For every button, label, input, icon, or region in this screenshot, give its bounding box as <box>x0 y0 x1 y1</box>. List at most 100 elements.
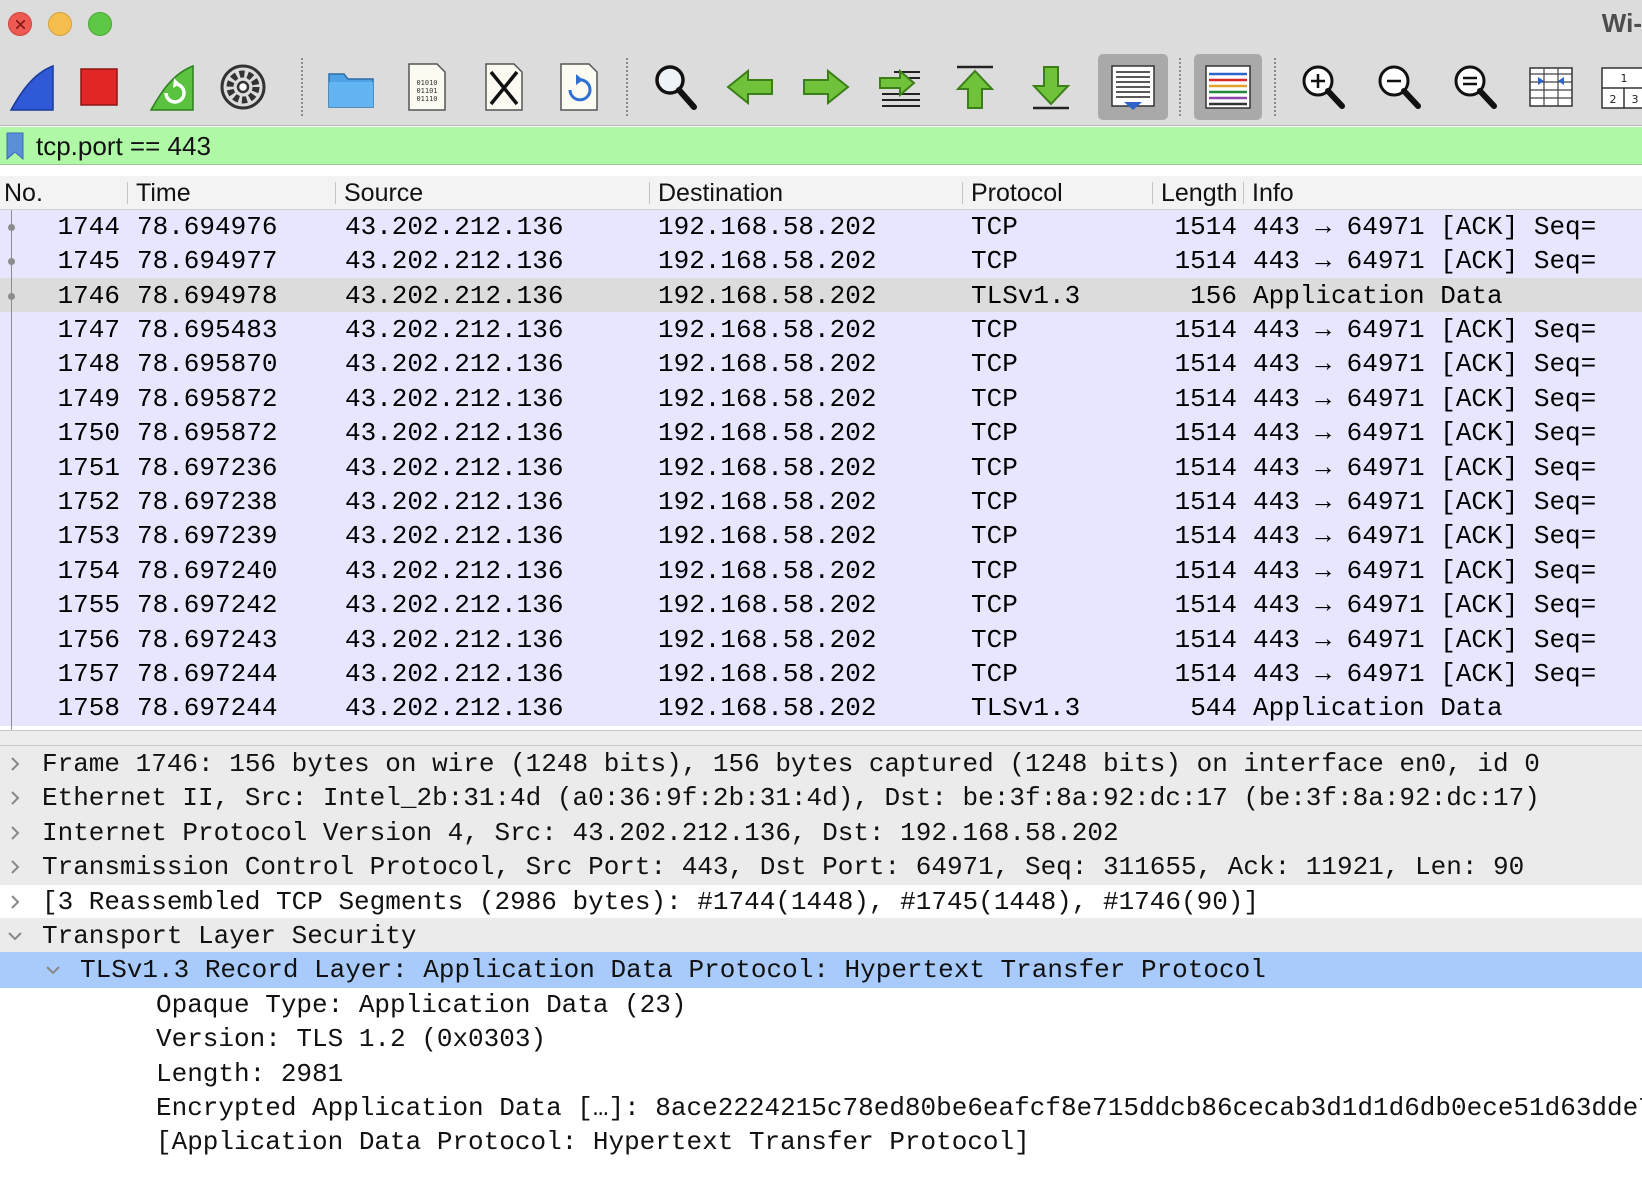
start-capture-button[interactable] <box>0 54 66 120</box>
cell-protocol: TCP <box>971 659 1018 689</box>
capture-options-button[interactable] <box>210 54 276 120</box>
chevron-right-icon[interactable] <box>6 755 24 773</box>
normal-size-button[interactable] <box>1442 54 1508 120</box>
packet-row[interactable]: 1746 78.694978 43.202.212.136 192.168.58.20… <box>0 277 1642 314</box>
column-header-protocol[interactable]: Protocol <box>967 176 1147 210</box>
packet-row[interactable]: 1747 78.695483 43.202.212.136 192.168.58.20… <box>0 312 1642 348</box>
go-forward-button[interactable] <box>792 54 858 120</box>
chevron-down-icon[interactable] <box>6 927 24 945</box>
chevron-down-icon[interactable] <box>44 961 62 979</box>
magnifier-icon <box>655 65 697 110</box>
go-to-first-button[interactable] <box>942 54 1008 120</box>
detail-tree-row[interactable]: Transmission Control Protocol, Src Port:… <box>0 849 1642 886</box>
shark-fin-icon <box>9 64 54 111</box>
packet-row[interactable]: 1751 78.697236 43.202.212.136 192.168.58.20… <box>0 449 1642 486</box>
cell-source: 43.202.212.136 <box>345 624 564 655</box>
detail-tree-row[interactable]: Ethernet II, Src: Intel_2b:31:4d (a0:36:… <box>0 780 1642 817</box>
column-divider[interactable] <box>1243 182 1244 204</box>
display-filter-input[interactable] <box>36 127 1636 165</box>
column-divider[interactable] <box>1152 182 1153 204</box>
column-divider[interactable] <box>649 182 650 204</box>
packet-row[interactable]: 1754 78.697240 43.202.212.136 192.168.58.20… <box>0 552 1642 589</box>
packet-row[interactable]: 1744 78.694976 43.202.212.136 192.168.58.20… <box>0 210 1642 245</box>
column-header-destination[interactable]: Destination <box>654 176 954 210</box>
detail-tree-row[interactable]: Length: 2981 <box>0 1056 1642 1092</box>
cell-source: 43.202.212.136 <box>345 418 564 449</box>
column-header-time[interactable]: Time <box>132 176 332 210</box>
go-to-last-button[interactable] <box>1018 54 1084 120</box>
cell-protocol: TCP <box>971 521 1018 552</box>
arrow-left-icon <box>726 68 773 106</box>
packet-row[interactable]: 1748 78.695870 43.202.212.136 192.168.58.20… <box>0 346 1642 383</box>
column-divider[interactable] <box>335 182 336 204</box>
go-back-button[interactable] <box>718 54 784 120</box>
detail-tree-row[interactable]: Version: TLS 1.2 (0x0303) <box>0 1021 1642 1057</box>
resize-columns-button[interactable] <box>1518 54 1584 120</box>
autoscroll-button[interactable] <box>1098 54 1168 120</box>
packet-row[interactable]: 1757 78.697244 43.202.212.136 192.168.58.20… <box>0 656 1642 692</box>
window-minimize-button[interactable] <box>48 12 72 36</box>
column-header-length[interactable]: Length <box>1157 176 1241 210</box>
detail-tree-row[interactable]: Internet Protocol Version 4, Src: 43.202… <box>0 814 1642 851</box>
cell-time: 78.694976 <box>137 211 278 242</box>
packet-row[interactable]: 1753 78.697239 43.202.212.136 192.168.58.20… <box>0 518 1642 555</box>
go-to-packet-button[interactable] <box>868 54 934 120</box>
window-close-button[interactable] <box>8 12 32 36</box>
cell-destination: 192.168.58.202 <box>658 383 877 414</box>
column-divider[interactable] <box>962 182 963 204</box>
colorize-button[interactable] <box>1194 54 1262 120</box>
pane-splitter[interactable] <box>0 730 1642 746</box>
chevron-right-icon[interactable] <box>6 789 24 807</box>
cell-time: 78.697236 <box>137 452 278 483</box>
cell-no: 1751 <box>57 452 120 483</box>
detail-tree-row[interactable]: Encrypted Application Data […]: 8ace2224… <box>0 1090 1642 1126</box>
cell-no: 1758 <box>57 693 120 724</box>
svg-text:01110: 01110 <box>416 95 437 103</box>
autoscroll-icon <box>1111 65 1155 110</box>
find-packet-button[interactable] <box>642 54 708 120</box>
reload-file-button[interactable] <box>545 54 611 120</box>
packet-row[interactable]: 1752 78.697238 43.202.212.136 192.168.58.20… <box>0 484 1642 520</box>
toolbar-separator <box>1274 58 1276 116</box>
packet-row[interactable]: 1758 78.697244 43.202.212.136 192.168.58.20… <box>0 690 1642 727</box>
column-divider[interactable] <box>127 182 128 204</box>
detail-text: [Application Data Protocol: Hypertext Tr… <box>156 1127 1030 1158</box>
column-header-source[interactable]: Source <box>340 176 640 210</box>
packet-row[interactable]: 1750 78.695872 43.202.212.136 192.168.58.20… <box>0 415 1642 452</box>
chevron-right-icon[interactable] <box>6 858 24 876</box>
packet-list[interactable]: 1744 78.694976 43.202.212.136 192.168.58.20… <box>0 210 1642 730</box>
cell-info: 443 → 64971 [ACK] Seq= <box>1253 383 1597 414</box>
window-maximize-button[interactable] <box>88 12 112 36</box>
cell-no: 1750 <box>57 418 120 449</box>
packet-list-header: No. Time Source Destination Protocol Len… <box>0 176 1642 210</box>
close-file-button[interactable] <box>470 54 536 120</box>
packet-row[interactable]: 1745 78.694977 43.202.212.136 192.168.58.20… <box>0 243 1642 280</box>
stop-capture-button[interactable] <box>66 54 132 120</box>
detail-tree-row[interactable]: Transport Layer Security <box>0 918 1642 954</box>
zoom-out-button[interactable] <box>1366 54 1432 120</box>
packet-row[interactable]: 1756 78.697243 43.202.212.136 192.168.58.20… <box>0 621 1642 658</box>
restart-capture-button[interactable] <box>140 54 206 120</box>
save-file-button[interactable]: 01010 01101 01110 <box>393 54 459 120</box>
zoom-in-button[interactable] <box>1290 54 1356 120</box>
detail-tree-row[interactable]: [3 Reassembled TCP Segments (2986 bytes)… <box>0 884 1642 920</box>
detail-tree-row[interactable]: TLSv1.3 Record Layer: Application Data P… <box>0 952 1642 989</box>
zoom-reset-icon <box>1454 65 1497 109</box>
detail-tree-row[interactable]: [Application Data Protocol: Hypertext Tr… <box>0 1124 1642 1160</box>
packet-row[interactable]: 1749 78.695872 43.202.212.136 192.168.58.20… <box>0 380 1642 417</box>
detail-tree-row[interactable]: Frame 1746: 156 bytes on wire (1248 bits… <box>0 746 1642 782</box>
toolbar-separator <box>301 58 303 116</box>
detail-text: Version: TLS 1.2 (0x0303) <box>156 1024 547 1055</box>
packet-details[interactable]: Frame 1746: 156 bytes on wire (1248 bits… <box>0 746 1642 1200</box>
chevron-right-icon[interactable] <box>6 824 24 842</box>
column-header-no[interactable]: No. <box>0 176 126 210</box>
packet-row[interactable]: 1755 78.697242 43.202.212.136 192.168.58.20… <box>0 587 1642 624</box>
cell-time: 78.694978 <box>137 280 278 311</box>
layout-button[interactable]: 1 2 3 <box>1596 54 1642 120</box>
column-header-info[interactable]: Info <box>1248 176 1642 210</box>
cell-length: 156 <box>1190 280 1237 311</box>
open-file-button[interactable] <box>318 54 384 120</box>
bookmark-icon[interactable] <box>4 131 26 161</box>
detail-tree-row[interactable]: Opaque Type: Application Data (23) <box>0 987 1642 1023</box>
chevron-right-icon[interactable] <box>6 893 24 911</box>
